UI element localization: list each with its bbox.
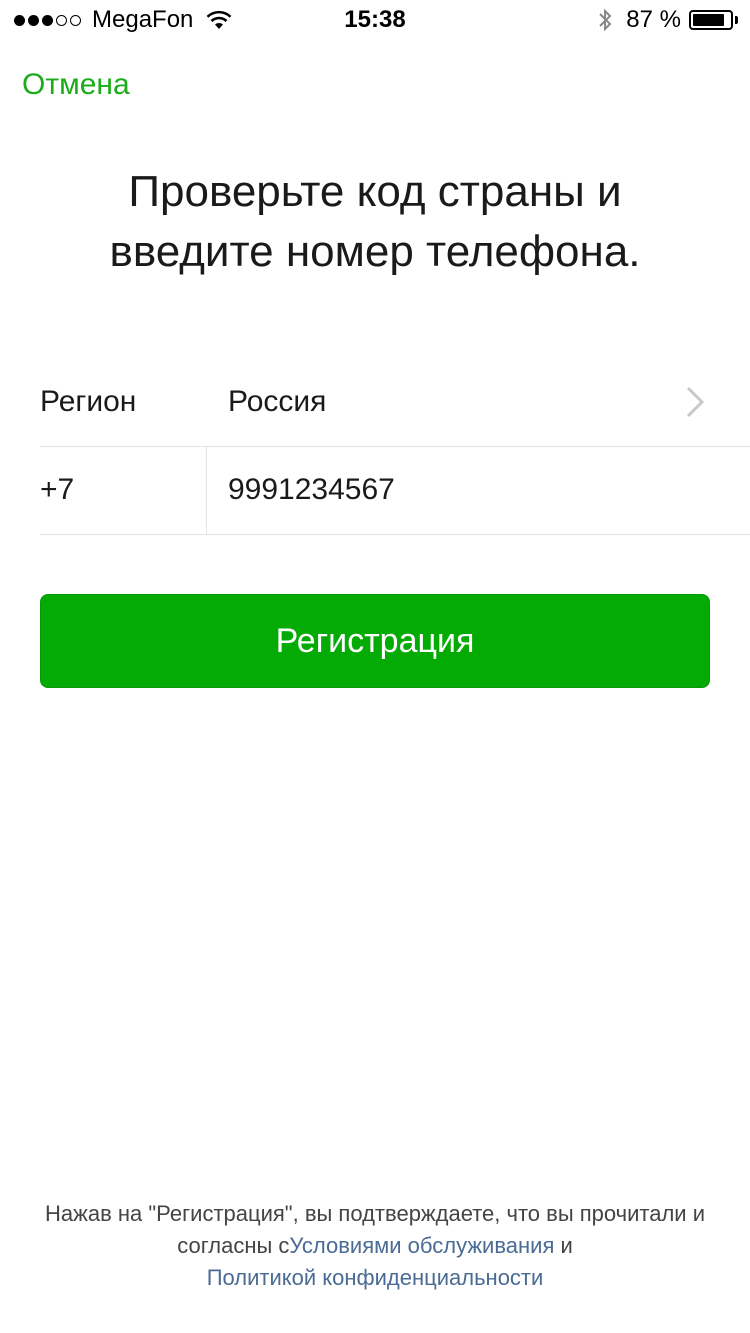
chevron-right-icon: [686, 386, 704, 418]
cancel-button[interactable]: Отмена: [22, 68, 130, 102]
country-code[interactable]: +7: [40, 446, 74, 534]
vertical-divider: [206, 446, 207, 534]
battery-percent: 87 %: [626, 6, 681, 33]
battery-icon: [689, 10, 733, 30]
region-value: Россия: [228, 385, 327, 418]
status-bar: MegaFon 15:38 87 %: [0, 0, 750, 40]
privacy-policy-link[interactable]: Политикой конфиденциальности: [207, 1265, 544, 1290]
terms-text: Нажав на "Регистрация", вы подтверждаете…: [30, 1198, 720, 1294]
phone-number-input[interactable]: [228, 446, 708, 534]
register-button[interactable]: Регистрация: [40, 594, 710, 688]
page-title: Проверьте код страны и введите номер тел…: [40, 162, 710, 282]
title-line-1: Проверьте код страны и: [128, 167, 622, 216]
region-label: Регион: [40, 385, 137, 418]
title-line-2: введите номер телефона.: [109, 227, 641, 276]
terms-of-service-link[interactable]: Условиями обслуживания: [289, 1233, 554, 1258]
region-selector-row[interactable]: Регион Россия: [40, 358, 750, 447]
bluetooth-icon: [599, 8, 612, 32]
phone-number-row: +7: [40, 446, 750, 535]
status-right: 87 %: [598, 6, 738, 34]
battery-level-fill: [693, 14, 724, 26]
battery-cap: [735, 16, 738, 24]
terms-and: и: [554, 1233, 573, 1258]
